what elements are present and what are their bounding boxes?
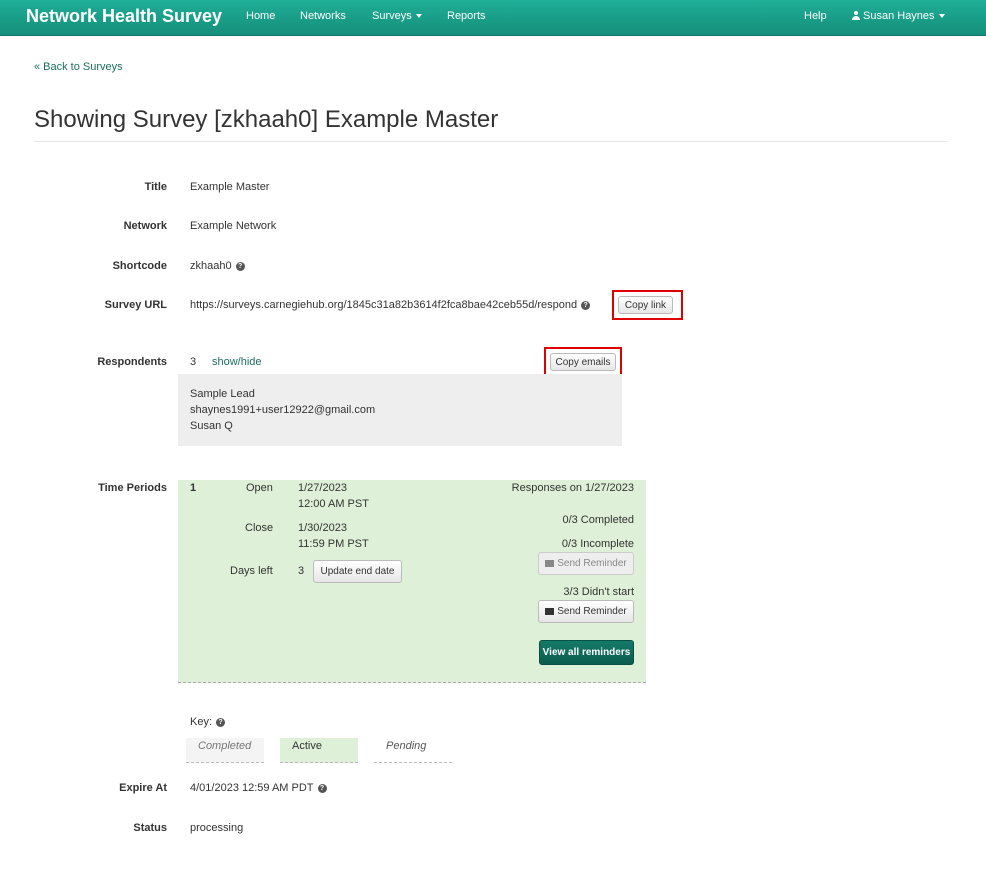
key-active: Active <box>280 738 358 763</box>
shortcode-value: zkhaah0 <box>190 260 232 272</box>
responses-on: Responses on 1/27/2023 <box>511 482 634 494</box>
shortcode-label: Shortcode <box>112 260 167 272</box>
chevron-down-icon <box>415 14 422 19</box>
nav-surveys-label: Surveys <box>372 10 412 22</box>
didnt-start-count: 3/3 Didn't start <box>563 586 634 598</box>
network-value: Example Network <box>190 220 277 232</box>
send-reminder-didnt-start-button[interactable]: Send Reminder <box>538 600 634 623</box>
open-time: 12:00 AM PST <box>298 498 369 510</box>
close-label: Close <box>245 522 274 534</box>
time-periods-label: Time Periods <box>98 482 167 494</box>
survey-url-value: https://surveys.carnegiehub.org/1845c31a… <box>190 299 578 311</box>
days-left-value: 3 <box>298 565 305 577</box>
list-item: Sample Lead <box>190 388 255 400</box>
close-time: 11:59 PM PST <box>298 538 369 550</box>
time-period-card: 1 Open 1/27/2023 12:00 AM PST Close 1/30… <box>178 480 646 683</box>
send-reminder-incomplete-button[interactable]: Send Reminder <box>538 552 634 575</box>
status-label: Status <box>133 822 167 834</box>
respondents-count: 3 <box>190 356 197 368</box>
expire-at-value: 4/01/2023 12:59 AM PDT <box>190 782 314 794</box>
status-value: processing <box>190 822 244 834</box>
show-hide-link[interactable]: show/hide <box>212 356 262 368</box>
page-title: Showing Survey [zkhaah0] Example Master <box>34 106 499 133</box>
send-reminder-label: Send Reminder <box>557 558 627 569</box>
copy-emails-button[interactable]: Copy emails <box>550 353 616 371</box>
list-item: shaynes1991+user12922@gmail.com <box>190 404 376 416</box>
brand-logo[interactable]: Network Health Survey <box>26 6 222 27</box>
help-icon[interactable]: ? <box>317 783 327 793</box>
back-to-surveys-link[interactable]: « Back to Surveys <box>34 61 123 73</box>
respondents-list: Sample Lead shaynes1991+user12922@gmail.… <box>178 374 622 446</box>
chevron-down-icon <box>938 14 945 19</box>
envelope-icon <box>545 560 555 567</box>
key-label-row: Key:? <box>190 716 226 728</box>
top-navbar: Network Health Survey Home Networks Surv… <box>0 0 986 36</box>
network-label: Network <box>123 220 167 232</box>
nav-networks[interactable]: Networks <box>300 10 346 22</box>
period-number: 1 <box>190 482 197 494</box>
title-label: Title <box>144 181 167 193</box>
incomplete-count: 0/3 Incomplete <box>561 538 634 550</box>
divider <box>34 141 947 142</box>
help-icon[interactable]: ? <box>581 300 591 310</box>
key-completed: Completed <box>186 738 264 763</box>
days-left-label: Days left <box>230 565 273 577</box>
user-icon <box>852 11 860 20</box>
survey-url-label: Survey URL <box>104 299 167 311</box>
close-date: 1/30/2023 <box>298 522 347 534</box>
shortcode-row: zkhaah0? <box>190 260 245 272</box>
open-date: 1/27/2023 <box>298 482 347 494</box>
update-end-date-button[interactable]: Update end date <box>313 560 402 583</box>
user-name: Susan Haynes <box>863 10 935 22</box>
user-menu[interactable]: Susan Haynes <box>852 10 945 22</box>
title-value: Example Master <box>190 181 270 193</box>
send-reminder-label: Send Reminder <box>557 606 627 617</box>
help-icon[interactable]: ? <box>235 261 245 271</box>
nav-surveys[interactable]: Surveys <box>372 10 422 22</box>
list-item: Susan Q <box>190 420 233 432</box>
survey-url-row: https://surveys.carnegiehub.org/1845c31a… <box>190 299 591 311</box>
nav-home[interactable]: Home <box>246 10 275 22</box>
completed-count: 0/3 Completed <box>562 514 634 526</box>
nav-help[interactable]: Help <box>804 10 827 22</box>
copy-link-button[interactable]: Copy link <box>618 296 673 314</box>
expire-at-row: 4/01/2023 12:59 AM PDT? <box>190 782 327 794</box>
view-all-reminders-button[interactable]: View all reminders <box>539 640 634 665</box>
key-pending: Pending <box>374 738 452 763</box>
key-label: Key: <box>190 716 213 728</box>
expire-at-label: Expire At <box>119 782 167 794</box>
respondents-label: Respondents <box>97 356 167 368</box>
help-icon[interactable]: ? <box>216 717 226 727</box>
open-label: Open <box>246 482 273 494</box>
nav-reports[interactable]: Reports <box>447 10 486 22</box>
envelope-icon <box>545 608 555 615</box>
